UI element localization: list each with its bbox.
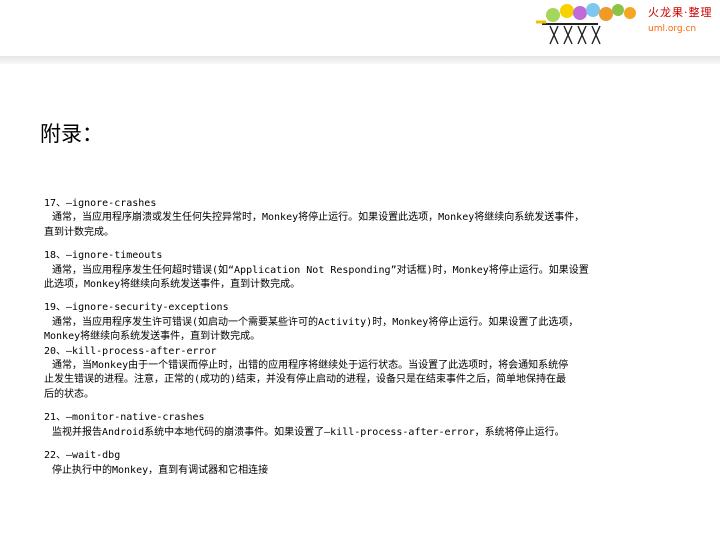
brand-name: 火龙果·整理 — [648, 6, 713, 19]
brand-url: uml.org.cn — [648, 24, 697, 34]
option-description: 直到计数完成。 — [44, 226, 114, 238]
option-heading: 18、—ignore-timeouts — [44, 250, 163, 262]
option-description: 止发生错误的进程。注意，正常的(成功的)结束，并没有停止启动的进程，设备只是在结… — [44, 374, 567, 386]
option-heading: 17、—ignore-crashes — [44, 198, 157, 209]
header-divider — [0, 56, 720, 64]
list-item: 20、—kill-process-after-error 通常，当Monkey由… — [44, 345, 684, 403]
option-heading: 20、—kill-process-after-error — [44, 345, 217, 357]
list-item: 21、—monitor-native-crashes 监视并报告Android系… — [44, 411, 684, 440]
logo-icon — [536, 3, 636, 45]
option-description: Monkey将继续向系统发送事件，直到计数完成。 — [44, 331, 261, 343]
appendix-list: 17、—ignore-crashes 通常，当应用程序崩溃或发生任何失控异常时，… — [44, 197, 684, 478]
option-description: 此选项，Monkey将继续向系统发送事件，直到计数完成。 — [44, 279, 301, 291]
list-item: 18、—ignore-timeouts 通常，当应用程序发生任何超时错误(如“A… — [44, 249, 684, 292]
option-description: 通常，当应用程序发生任何超时错误(如“Application Not Respo… — [52, 264, 589, 276]
option-description: 停止执行中的Monkey，直到有调试器和它相连接 — [52, 464, 269, 476]
option-description: 通常，当应用程序发生许可错误(如启动一个需要某些许可的Activity)时，Mo… — [52, 316, 579, 328]
option-heading: 22、—wait-dbg — [44, 450, 121, 462]
list-item: 22、—wait-dbg 停止执行中的Monkey，直到有调试器和它相连接 — [44, 449, 684, 478]
page-title: 附录： — [40, 122, 103, 146]
option-heading: 21、—monitor-native-crashes — [44, 412, 205, 424]
slide-header: 火龙果·整理 uml.org.cn — [0, 0, 720, 56]
option-description: 通常，当Monkey由于一个错误而停止时，出错的应用程序将继续处于运行状态。当设… — [52, 360, 569, 372]
list-item: 17、—ignore-crashes 通常，当应用程序崩溃或发生任何失控异常时，… — [44, 197, 684, 240]
option-description: 监视并报告Android系统中本地代码的崩溃事件。如果设置了—kill-proc… — [52, 426, 565, 438]
option-heading: 19、—ignore-security-exceptions — [44, 302, 229, 314]
list-item: 19、—ignore-security-exceptions 通常，当应用程序发… — [44, 301, 684, 344]
option-description: 通常，当应用程序崩溃或发生任何失控异常时，Monkey将停止运行。如果设置此选项… — [52, 212, 585, 224]
option-description: 后的状态。 — [44, 388, 94, 400]
